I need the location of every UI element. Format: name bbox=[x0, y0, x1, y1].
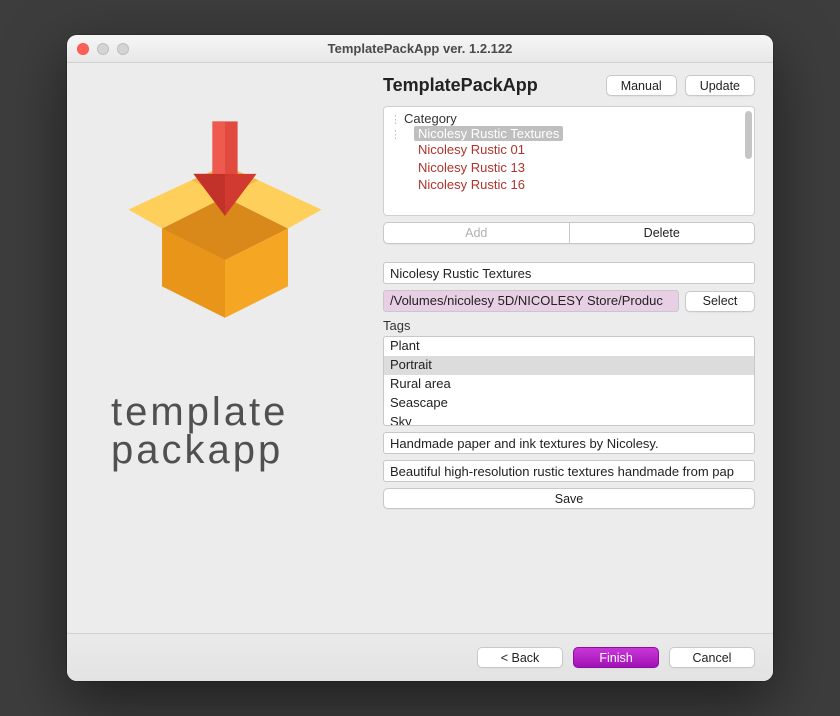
traffic-lights bbox=[77, 43, 129, 55]
scrollbar-thumb[interactable] bbox=[745, 111, 752, 159]
tree-root-label: Category bbox=[402, 110, 459, 127]
brand-line2: packapp bbox=[111, 431, 288, 469]
save-button[interactable]: Save bbox=[383, 488, 755, 509]
cancel-button[interactable]: Cancel bbox=[669, 647, 755, 668]
tags-label: Tags bbox=[383, 318, 755, 333]
minimize-icon[interactable] bbox=[97, 43, 109, 55]
path-row: /Volumes/nicolesy 5D/NICOLESY Store/Prod… bbox=[383, 290, 755, 312]
left-pane: template packapp bbox=[85, 73, 365, 633]
header-row: TemplatePackApp Manual Update bbox=[383, 75, 755, 96]
back-button[interactable]: < Back bbox=[477, 647, 563, 668]
select-path-button[interactable]: Select bbox=[685, 291, 755, 312]
titlebar: TemplatePackApp ver. 1.2.122 bbox=[67, 35, 773, 63]
list-item[interactable]: Portrait bbox=[384, 356, 754, 375]
path-field[interactable]: /Volumes/nicolesy 5D/NICOLESY Store/Prod… bbox=[383, 290, 679, 312]
list-item[interactable]: Seascape bbox=[384, 394, 754, 413]
finish-button[interactable]: Finish bbox=[573, 647, 659, 668]
tree-child[interactable]: Nicolesy Rustic 13 bbox=[416, 159, 752, 177]
tree-child[interactable]: Nicolesy Rustic 01 bbox=[416, 141, 752, 159]
list-item[interactable]: Sky bbox=[384, 413, 754, 426]
list-item[interactable]: Plant bbox=[384, 337, 754, 356]
zoom-icon[interactable] bbox=[117, 43, 129, 55]
tree-root[interactable]: ⋮Category bbox=[390, 111, 752, 126]
add-button[interactable]: Add bbox=[383, 222, 569, 244]
short-description-field[interactable] bbox=[383, 432, 755, 454]
tree-item-selected[interactable]: ⋮Nicolesy Rustic Textures bbox=[390, 126, 752, 141]
page-title: TemplatePackApp bbox=[383, 75, 538, 96]
manual-button[interactable]: Manual bbox=[606, 75, 677, 96]
brand-text: template packapp bbox=[85, 393, 288, 469]
app-window: TemplatePackApp ver. 1.2.122 bbox=[67, 35, 773, 681]
footer: < Back Finish Cancel bbox=[67, 633, 773, 681]
brand-line1: template bbox=[111, 393, 288, 431]
delete-button[interactable]: Delete bbox=[569, 222, 756, 244]
tree-selected-label: Nicolesy Rustic Textures bbox=[414, 126, 563, 141]
package-arrow-icon bbox=[120, 113, 330, 323]
tree-button-row: Add Delete bbox=[383, 222, 755, 244]
name-field[interactable] bbox=[383, 262, 755, 284]
tree-child[interactable]: Nicolesy Rustic 16 bbox=[416, 176, 752, 194]
close-icon[interactable] bbox=[77, 43, 89, 55]
right-pane: TemplatePackApp Manual Update ⋮Category … bbox=[383, 73, 755, 633]
category-tree[interactable]: ⋮Category ⋮Nicolesy Rustic Textures Nico… bbox=[383, 106, 755, 216]
window-title: TemplatePackApp ver. 1.2.122 bbox=[67, 41, 773, 56]
list-item[interactable]: Rural area bbox=[384, 375, 754, 394]
tags-list[interactable]: Plant Portrait Rural area Seascape Sky bbox=[383, 336, 755, 426]
long-description-field[interactable] bbox=[383, 460, 755, 482]
update-button[interactable]: Update bbox=[685, 75, 755, 96]
